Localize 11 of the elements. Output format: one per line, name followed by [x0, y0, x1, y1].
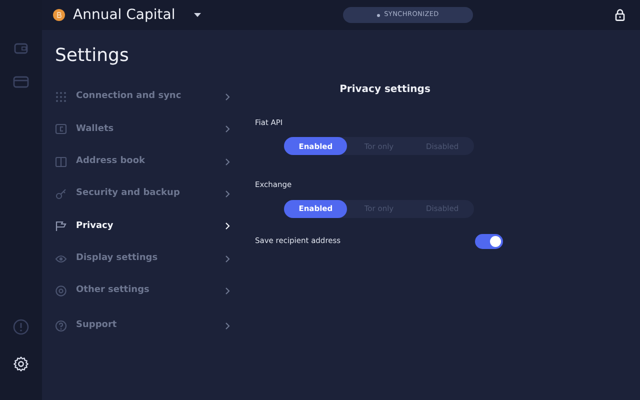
settings-menu-item[interactable]: Security and backup [42, 178, 240, 210]
settings-menu-item[interactable]: Wallets [42, 113, 240, 146]
settings-menu-item[interactable]: Connection and sync [42, 81, 240, 114]
settings-menu-item[interactable]: Support [42, 310, 240, 342]
settings-menu-item[interactable]: Display settings [42, 242, 240, 275]
page-title: Settings [55, 44, 130, 68]
settings-menu-item[interactable]: Address book [42, 146, 240, 178]
wallet-name[interactable]: Annual Capital [73, 4, 188, 26]
settings-menu-item[interactable]: Privacy [42, 210, 240, 242]
settings-menu-item[interactable]: Other settings [42, 274, 240, 308]
section-title: Privacy settings [338, 83, 432, 97]
